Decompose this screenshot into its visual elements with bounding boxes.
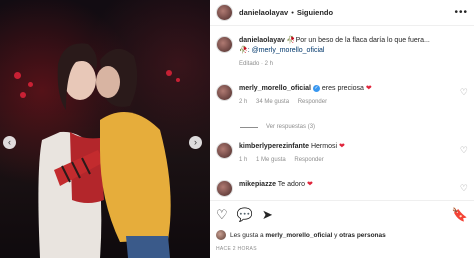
previous-image-button[interactable]: ‹ xyxy=(3,136,16,149)
share-icon[interactable]: ➤ xyxy=(262,208,273,221)
comment-text: Te adoro xyxy=(277,181,306,188)
caption-text: 🥀Por un beso de la flaca daría lo que fu… xyxy=(286,37,430,44)
reply-button[interactable]: Responder xyxy=(294,157,323,163)
caption-meta: Editado · 2 h xyxy=(239,61,274,67)
comment-time: 1 h xyxy=(239,157,248,163)
caption-mention[interactable]: 🥀: @merly_morello_oficial xyxy=(239,47,324,54)
caption-username[interactable]: danielaolayav xyxy=(239,37,285,44)
view-replies-button[interactable]: Ver respuestas (3) xyxy=(240,124,315,130)
avatar[interactable] xyxy=(216,4,233,21)
comment-icon[interactable]: 💬 xyxy=(237,208,253,221)
post-actions-bar: ♡ 💬 ➤ 🔖 xyxy=(210,200,474,228)
comment-username[interactable]: merly_morello_oficial xyxy=(239,85,311,92)
comment-likes[interactable]: 1 Me gusta xyxy=(256,157,286,163)
liked-by-others[interactable]: otras personas xyxy=(339,232,386,239)
avatar[interactable] xyxy=(216,230,226,240)
heart-emoji: ❤ xyxy=(307,181,313,188)
more-options-icon[interactable]: ••• xyxy=(454,7,468,18)
following-button[interactable]: Siguiendo xyxy=(297,8,333,17)
post-image[interactable]: ‹ › xyxy=(0,0,210,258)
comment-item: merly_morello_oficial ✓ eres preciosa ❤ … xyxy=(210,84,474,107)
comment-text: Hermosi xyxy=(310,143,338,150)
heart-emoji: ❤ xyxy=(365,85,372,92)
comment-like-heart-icon[interactable]: ♡ xyxy=(458,145,468,165)
post-caption: danielaolayav 🥀Por un beso de la flaca d… xyxy=(210,26,474,69)
post-time-ago: HACE 2 HORAS xyxy=(216,246,257,252)
likes-and: y xyxy=(334,231,338,239)
comment-item: kimberlyperezinfante Hermosi ❤ 1 h 1 Me … xyxy=(210,142,474,165)
post-author-username[interactable]: danielaolayav xyxy=(239,8,288,17)
bookmark-icon[interactable]: 🔖 xyxy=(452,208,468,221)
comment-likes[interactable]: 34 Me gusta xyxy=(256,99,289,105)
comment-like-heart-icon[interactable]: ♡ xyxy=(458,87,468,107)
comment-time: 2 h xyxy=(239,99,248,105)
next-image-button[interactable]: › xyxy=(189,136,202,149)
likes-prefix: Les gusta a xyxy=(230,231,264,239)
divider-line xyxy=(240,126,258,128)
post-header: danielaolayav • Siguiendo ••• xyxy=(210,0,474,26)
comment-username[interactable]: mikepiazze xyxy=(239,181,276,188)
comment-item: mikepiazze Te adoro ❤ ♡ xyxy=(210,180,474,197)
liked-by: Les gusta a merly_morello_oficial y otra… xyxy=(216,230,386,240)
heart-outline-icon[interactable]: ♡ xyxy=(216,208,228,221)
heart-emoji: ❤ xyxy=(339,143,345,150)
comment-like-heart-icon[interactable]: ♡ xyxy=(458,183,468,197)
liked-by-username[interactable]: merly_morello_oficial xyxy=(265,232,332,239)
comment-username[interactable]: kimberlyperezinfante xyxy=(239,143,309,150)
comment-text: eres preciosa xyxy=(321,85,364,92)
avatar[interactable] xyxy=(216,36,233,53)
photo-subjects xyxy=(38,43,171,258)
avatar[interactable] xyxy=(216,180,233,197)
avatar[interactable] xyxy=(216,142,233,159)
avatar[interactable] xyxy=(216,84,233,101)
verified-badge-icon: ✓ xyxy=(312,84,320,92)
reply-button[interactable]: Responder xyxy=(298,99,327,105)
view-replies-label: Ver respuestas (3) xyxy=(266,124,316,130)
separator-dot: • xyxy=(291,8,294,17)
post-details-panel: danielaolayav • Siguiendo ••• danielaola… xyxy=(210,0,474,258)
